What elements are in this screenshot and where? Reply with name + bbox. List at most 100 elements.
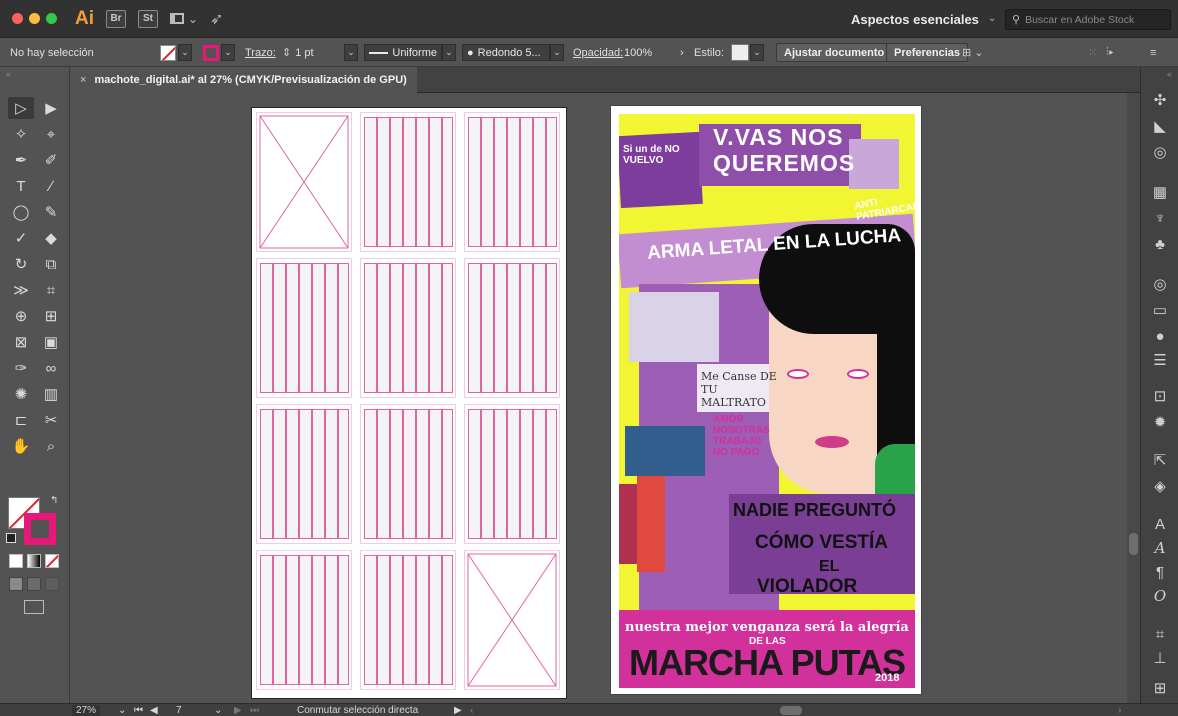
transparency-icon[interactable]: ● xyxy=(1149,325,1171,347)
asset-export-icon[interactable]: ⇱ xyxy=(1149,449,1171,471)
opacity-field[interactable]: 100% xyxy=(624,44,652,61)
align-panel-icon[interactable]: ☰ xyxy=(1149,349,1171,371)
free-transform-tool-icon[interactable]: ⌗ xyxy=(38,279,64,301)
artboard-tool-icon[interactable]: ⊏ xyxy=(8,409,34,431)
poster-artwork[interactable]: V.VAS NOS QUEREMOS Si un de NO VUELVO AR… xyxy=(619,114,915,688)
close-window-button[interactable] xyxy=(12,13,23,24)
properties-icon[interactable]: ◎ xyxy=(1149,141,1171,163)
status-menu-icon[interactable]: ▶ xyxy=(454,704,462,716)
first-artboard-icon[interactable]: ⏮ xyxy=(134,704,143,716)
draw-normal-icon[interactable] xyxy=(9,577,23,591)
stroke-weight-dropdown[interactable]: ⌄ xyxy=(344,44,358,61)
screen-mode-icon[interactable] xyxy=(24,600,44,614)
artboard-dropdown-icon[interactable]: ⌄ xyxy=(214,704,222,716)
previous-artboard-icon[interactable]: ◀ xyxy=(150,704,158,716)
draw-behind-icon[interactable] xyxy=(27,577,41,591)
cc-libraries-icon[interactable]: ◣ xyxy=(1149,115,1171,137)
blend-tool-icon[interactable]: ∞ xyxy=(38,357,64,379)
arrange-documents-button[interactable]: ⌄ xyxy=(170,11,204,27)
style-dropdown[interactable]: ⌄ xyxy=(750,44,764,61)
opentype-icon[interactable]: O xyxy=(1149,585,1171,607)
gradient-mode-icon[interactable] xyxy=(27,554,41,568)
shape-builder-tool-icon[interactable]: ⊕ xyxy=(8,305,34,327)
fill-dropdown[interactable]: ⌄ xyxy=(178,44,192,61)
stock-search-input[interactable]: ⚲ Buscar en Adobe Stock xyxy=(1005,9,1171,30)
horizontal-scroll-thumb[interactable] xyxy=(780,706,802,715)
stroke-panel-icon[interactable]: ◎ xyxy=(1149,273,1171,295)
direct-selection-tool-icon[interactable]: ▶ xyxy=(38,97,64,119)
graphic-style-swatch[interactable] xyxy=(731,44,749,61)
close-tab-icon[interactable]: × xyxy=(80,74,86,86)
last-artboard-icon[interactable]: ⏭ xyxy=(250,704,259,716)
stepper-icon[interactable]: ⇕ xyxy=(282,46,291,59)
artboard-number[interactable]: 7 xyxy=(176,704,182,716)
rotate-tool-icon[interactable]: ↻ xyxy=(8,253,34,275)
stroke-weight-field[interactable]: ⇕ 1 pt xyxy=(282,44,314,61)
scroll-right-icon[interactable]: › xyxy=(1118,704,1121,716)
layers-icon[interactable]: ◈ xyxy=(1149,475,1171,497)
next-artboard-icon[interactable]: ▶ xyxy=(234,704,242,716)
stock-button[interactable]: St xyxy=(138,9,158,28)
stroke-label[interactable]: Trazo: xyxy=(245,44,276,61)
shaper-tool-icon[interactable]: ✓ xyxy=(8,227,34,249)
align-objects-icon[interactable]: ⊥ xyxy=(1149,647,1171,669)
template-artboard[interactable] xyxy=(251,107,567,699)
width-tool-icon[interactable]: ≫ xyxy=(8,279,34,301)
transform-icon[interactable]: ⁙ xyxy=(1088,44,1097,61)
mesh-tool-icon[interactable]: ⊠ xyxy=(8,331,34,353)
workspace-switcher[interactable]: Aspectos esenciales xyxy=(851,12,979,27)
zoom-field[interactable]: 27% xyxy=(72,704,101,716)
column-graph-tool-icon[interactable]: ▥ xyxy=(38,383,64,405)
selection-tool-icon[interactable]: ▷ xyxy=(8,97,34,119)
export-icon[interactable]: ⊡ xyxy=(1149,385,1171,407)
brushes-icon[interactable]: ♆ xyxy=(1149,207,1171,229)
vertical-scroll-thumb[interactable] xyxy=(1129,533,1138,555)
panel-menu-icon[interactable]: ≡ xyxy=(1150,44,1156,61)
stroke-dropdown[interactable]: ⌄ xyxy=(221,44,235,61)
pathfinder-icon[interactable]: ⌗ xyxy=(1149,623,1171,645)
character-icon[interactable]: A xyxy=(1149,513,1171,535)
draw-inside-icon[interactable] xyxy=(45,577,59,591)
document-tab[interactable]: × machote_digital.ai* al 27% (CMYK/Previ… xyxy=(70,67,417,93)
zoom-window-button[interactable] xyxy=(46,13,57,24)
pen-tool-icon[interactable]: ✒ xyxy=(8,149,34,171)
scroll-left-icon[interactable]: ‹ xyxy=(470,704,473,716)
zoom-tool-icon[interactable]: ⌕ xyxy=(38,435,64,457)
hand-tool-icon[interactable]: ✋ xyxy=(8,435,34,457)
canvas-area[interactable]: V.VAS NOS QUEREMOS Si un de NO VUELVO AR… xyxy=(70,93,1127,703)
lasso-tool-icon[interactable]: ⌖ xyxy=(38,123,64,145)
gpu-performance-icon[interactable]: ➶ xyxy=(210,9,223,29)
preferences-button[interactable]: Preferencias xyxy=(886,43,969,62)
perspective-grid-tool-icon[interactable]: ⊞ xyxy=(38,305,64,327)
gradient-panel-icon[interactable]: ▭ xyxy=(1149,299,1171,321)
poster-artboard[interactable]: V.VAS NOS QUEREMOS Si un de NO VUELVO AR… xyxy=(610,105,922,695)
ellipse-tool-icon[interactable]: ◯ xyxy=(8,201,34,223)
minimize-window-button[interactable] xyxy=(29,13,40,24)
paintbrush-tool-icon[interactable]: ✎ xyxy=(38,201,64,223)
opacity-label[interactable]: Opacidad: xyxy=(573,44,623,61)
fill-swatch[interactable] xyxy=(160,44,176,61)
collapse-panel-icon[interactable]: « xyxy=(6,69,11,79)
vertical-scrollbar[interactable] xyxy=(1127,93,1140,703)
eyedropper-tool-icon[interactable]: ✑ xyxy=(8,357,34,379)
color-mode-icon[interactable] xyxy=(9,554,23,568)
line-tool-icon[interactable]: ∕ xyxy=(38,175,64,197)
arrange-icon[interactable]: ⊞ ⌄ xyxy=(962,44,984,61)
scale-tool-icon[interactable]: ⧉ xyxy=(38,253,64,275)
image-trace-icon[interactable]: ✹ xyxy=(1149,411,1171,433)
none-mode-icon[interactable] xyxy=(45,554,59,568)
opacity-arrow-icon[interactable]: › xyxy=(680,44,684,61)
paragraph-icon[interactable]: ¶ xyxy=(1149,561,1171,583)
expand-dock-icon[interactable]: « xyxy=(1167,69,1172,79)
swatches-icon[interactable]: ▦ xyxy=(1149,181,1171,203)
zoom-dropdown-icon[interactable]: ⌄ xyxy=(118,704,126,716)
fit-document-button[interactable]: Ajustar documento xyxy=(776,43,893,62)
slice-tool-icon[interactable]: ✂ xyxy=(38,409,64,431)
magic-wand-tool-icon[interactable]: ✧ xyxy=(8,123,34,145)
symbol-sprayer-tool-icon[interactable]: ✺ xyxy=(8,383,34,405)
stroke-swatch-large[interactable] xyxy=(24,513,56,545)
curvature-tool-icon[interactable]: ✐ xyxy=(38,149,64,171)
gradient-tool-icon[interactable]: ▣ xyxy=(38,331,64,353)
symbols-icon[interactable]: ♣ xyxy=(1149,233,1171,255)
appearance-icon[interactable]: ✣ xyxy=(1149,89,1171,111)
